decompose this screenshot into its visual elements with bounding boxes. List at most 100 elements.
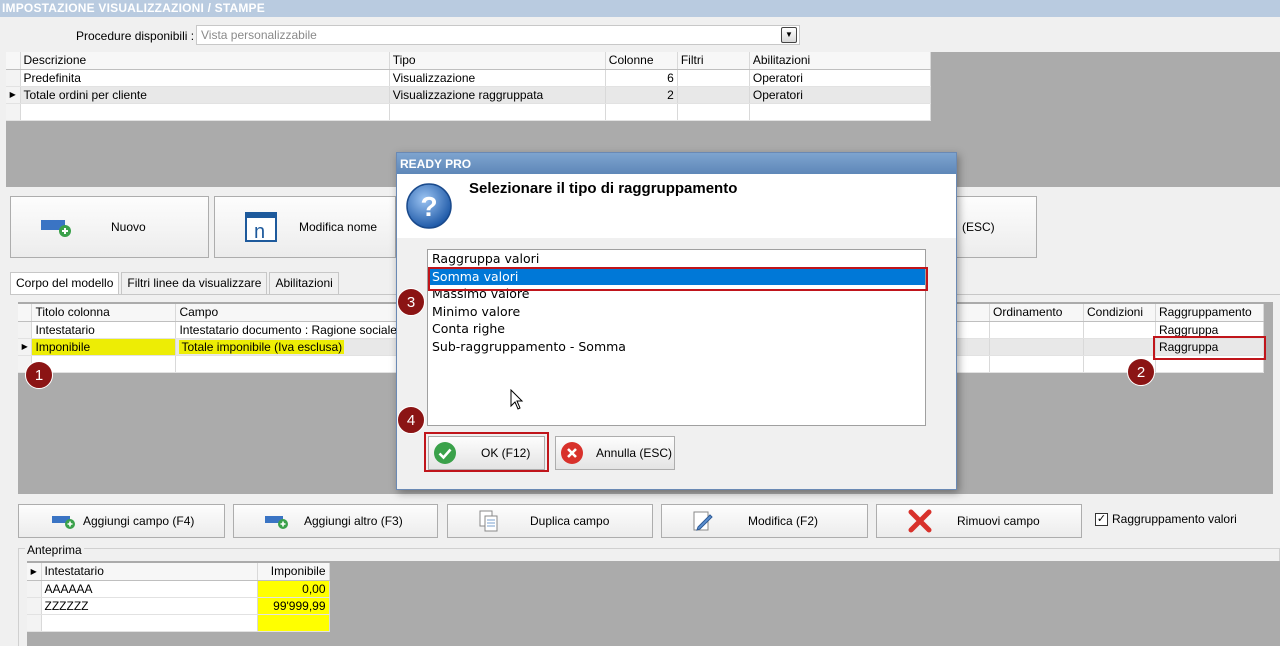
column-header[interactable]: Abilitazioni [749, 52, 932, 70]
add-field-icon [52, 516, 75, 529]
column-header[interactable]: Ordinamento [989, 304, 1084, 322]
table-cell[interactable]: Operatori [749, 69, 932, 87]
table-cell[interactable]: AAAAAA [41, 580, 258, 598]
add-icon [41, 220, 71, 237]
table-cell[interactable]: Imponibile [31, 338, 177, 356]
dialog-question: Selezionare il tipo di raggruppamento [469, 180, 738, 197]
row-pointer-icon: ▶ [18, 338, 33, 356]
window-title: IMPOSTAZIONE VISUALIZZAZIONI / STAMPE [0, 0, 1280, 17]
tab-abilitazioni[interactable]: Abilitazioni [269, 272, 339, 294]
grid-header-row: Descrizione Tipo Colonne Filtri Abilitaz… [6, 52, 932, 70]
callout-badge-4: 4 [397, 406, 425, 434]
esc-button[interactable]: (ESC) [955, 196, 1037, 258]
rename-icon: n [245, 212, 277, 242]
tab-bar: Corpo del modello Filtri linee da visual… [10, 272, 341, 295]
callout-highlight-ok [424, 432, 549, 472]
modifica-label: Modifica (F2) [748, 514, 819, 528]
tab-filtri-linee[interactable]: Filtri linee da visualizzare [121, 272, 268, 294]
list-item[interactable]: Conta righe [428, 320, 925, 338]
add-other-icon [265, 516, 288, 529]
procedure-select-value: Vista personalizzabile [201, 28, 317, 42]
aggiungi-altro-button[interactable]: Aggiungi altro (F3) [233, 504, 438, 538]
table-cell[interactable] [1083, 338, 1156, 356]
callout-badge-2: 2 [1127, 358, 1155, 386]
duplicate-icon [479, 510, 498, 532]
list-item[interactable]: Sub-raggruppamento - Somma [428, 338, 925, 356]
rimuovi-campo-button[interactable]: Rimuovi campo [876, 504, 1082, 538]
rimuovi-campo-label: Rimuovi campo [957, 514, 1040, 528]
modifica-button[interactable]: Modifica (F2) [661, 504, 868, 538]
esc-label: (ESC) [962, 220, 995, 234]
callout-badge-1: 1 [25, 361, 53, 389]
modifica-nome-label: Modifica nome [299, 220, 378, 234]
table-row-empty[interactable] [27, 614, 330, 632]
callout-highlight-somma [428, 267, 928, 291]
cancel-icon [561, 442, 583, 464]
callout-highlight-raggruppa [1153, 336, 1266, 360]
table-cell[interactable]: Intestatario [31, 321, 177, 339]
column-header[interactable]: Tipo [389, 52, 606, 70]
table-cell[interactable]: Visualizzazione raggruppata [389, 86, 606, 104]
table-row[interactable]: AAAAAA 0,00 [27, 580, 330, 598]
column-header[interactable]: Colonne [605, 52, 678, 70]
table-cell[interactable]: 0,00 [257, 580, 330, 598]
table-cell[interactable]: Operatori [749, 86, 932, 104]
annulla-label: Annulla (ESC) [596, 446, 673, 460]
table-row-empty[interactable] [6, 103, 932, 121]
table-cell[interactable]: ZZZZZZ [41, 597, 258, 615]
raggruppamento-label: Raggruppamento valori [1112, 512, 1237, 526]
column-header[interactable]: Raggruppamento [1155, 304, 1265, 322]
column-header[interactable]: Condizioni [1083, 304, 1156, 322]
svg-text:n: n [254, 221, 265, 242]
row-pointer-icon: ▶ [6, 86, 21, 104]
table-cell[interactable]: Totale ordini per cliente [20, 86, 390, 104]
callout-badge-3: 3 [397, 288, 425, 316]
edit-icon [693, 511, 713, 531]
procedures-grid: Descrizione Tipo Colonne Filtri Abilitaz… [6, 52, 932, 121]
row-pointer-icon: ▶ [27, 563, 42, 581]
mouse-cursor-icon [510, 389, 524, 410]
table-cell[interactable] [1083, 321, 1156, 339]
column-header[interactable]: Titolo colonna [31, 304, 177, 322]
aggiungi-campo-label: Aggiungi campo (F4) [83, 514, 195, 528]
procedure-select[interactable]: Vista personalizzabile ▼ [196, 25, 800, 45]
modifica-nome-button[interactable]: n Modifica nome [214, 196, 396, 258]
column-header[interactable]: Filtri [677, 52, 750, 70]
aggiungi-altro-label: Aggiungi altro (F3) [304, 514, 403, 528]
list-item[interactable]: Minimo valore [428, 303, 925, 321]
column-header[interactable]: Descrizione [20, 52, 390, 70]
campo-highlight: Totale imponibile (Iva esclusa) [179, 339, 345, 354]
dialog-title: READY PRO [397, 153, 956, 174]
table-cell[interactable]: 99'999,99 [257, 597, 330, 615]
raggruppamento-checkbox[interactable]: ✓ [1095, 512, 1108, 526]
table-cell[interactable] [989, 321, 1084, 339]
column-header[interactable]: Intestatario [41, 563, 258, 581]
grouping-dialog: READY PRO ? Selezionare il tipo di raggr… [396, 152, 957, 490]
column-header[interactable]: Imponibile [257, 563, 330, 581]
table-cell[interactable] [677, 69, 750, 87]
aggiungi-campo-button[interactable]: Aggiungi campo (F4) [18, 504, 225, 538]
table-row[interactable]: ZZZZZZ 99'999,99 [27, 597, 330, 615]
svg-text:?: ? [420, 191, 437, 222]
table-cell[interactable]: 2 [605, 86, 678, 104]
procedure-label: Procedure disponibili : [76, 29, 195, 43]
duplica-campo-button[interactable]: Duplica campo [447, 504, 653, 538]
preview-grid: ▶ Intestatario Imponibile AAAAAA 0,00 ZZ… [27, 563, 330, 632]
raggruppamento-checkbox-row[interactable]: ✓ Raggruppamento valori [1095, 512, 1237, 526]
remove-icon [908, 509, 932, 533]
table-cell[interactable]: 6 [605, 69, 678, 87]
grid-header-row: ▶ Intestatario Imponibile [27, 563, 330, 581]
duplica-campo-label: Duplica campo [530, 514, 610, 528]
chevron-down-icon[interactable]: ▼ [781, 27, 797, 43]
table-cell[interactable] [677, 86, 750, 104]
anteprima-label: Anteprima [25, 543, 84, 557]
tab-corpo-modello[interactable]: Corpo del modello [10, 272, 120, 295]
nuovo-button[interactable]: Nuovo [10, 196, 209, 258]
table-cell[interactable] [989, 338, 1084, 356]
table-cell[interactable]: Visualizzazione [389, 69, 606, 87]
table-cell[interactable]: Predefinita [20, 69, 390, 87]
table-row[interactable]: ▶ Totale ordini per cliente Visualizzazi… [6, 86, 932, 104]
annulla-button[interactable]: Annulla (ESC) [555, 436, 675, 470]
list-item[interactable]: Raggruppa valori [428, 250, 925, 268]
table-row[interactable]: Predefinita Visualizzazione 6 Operatori [6, 69, 932, 87]
